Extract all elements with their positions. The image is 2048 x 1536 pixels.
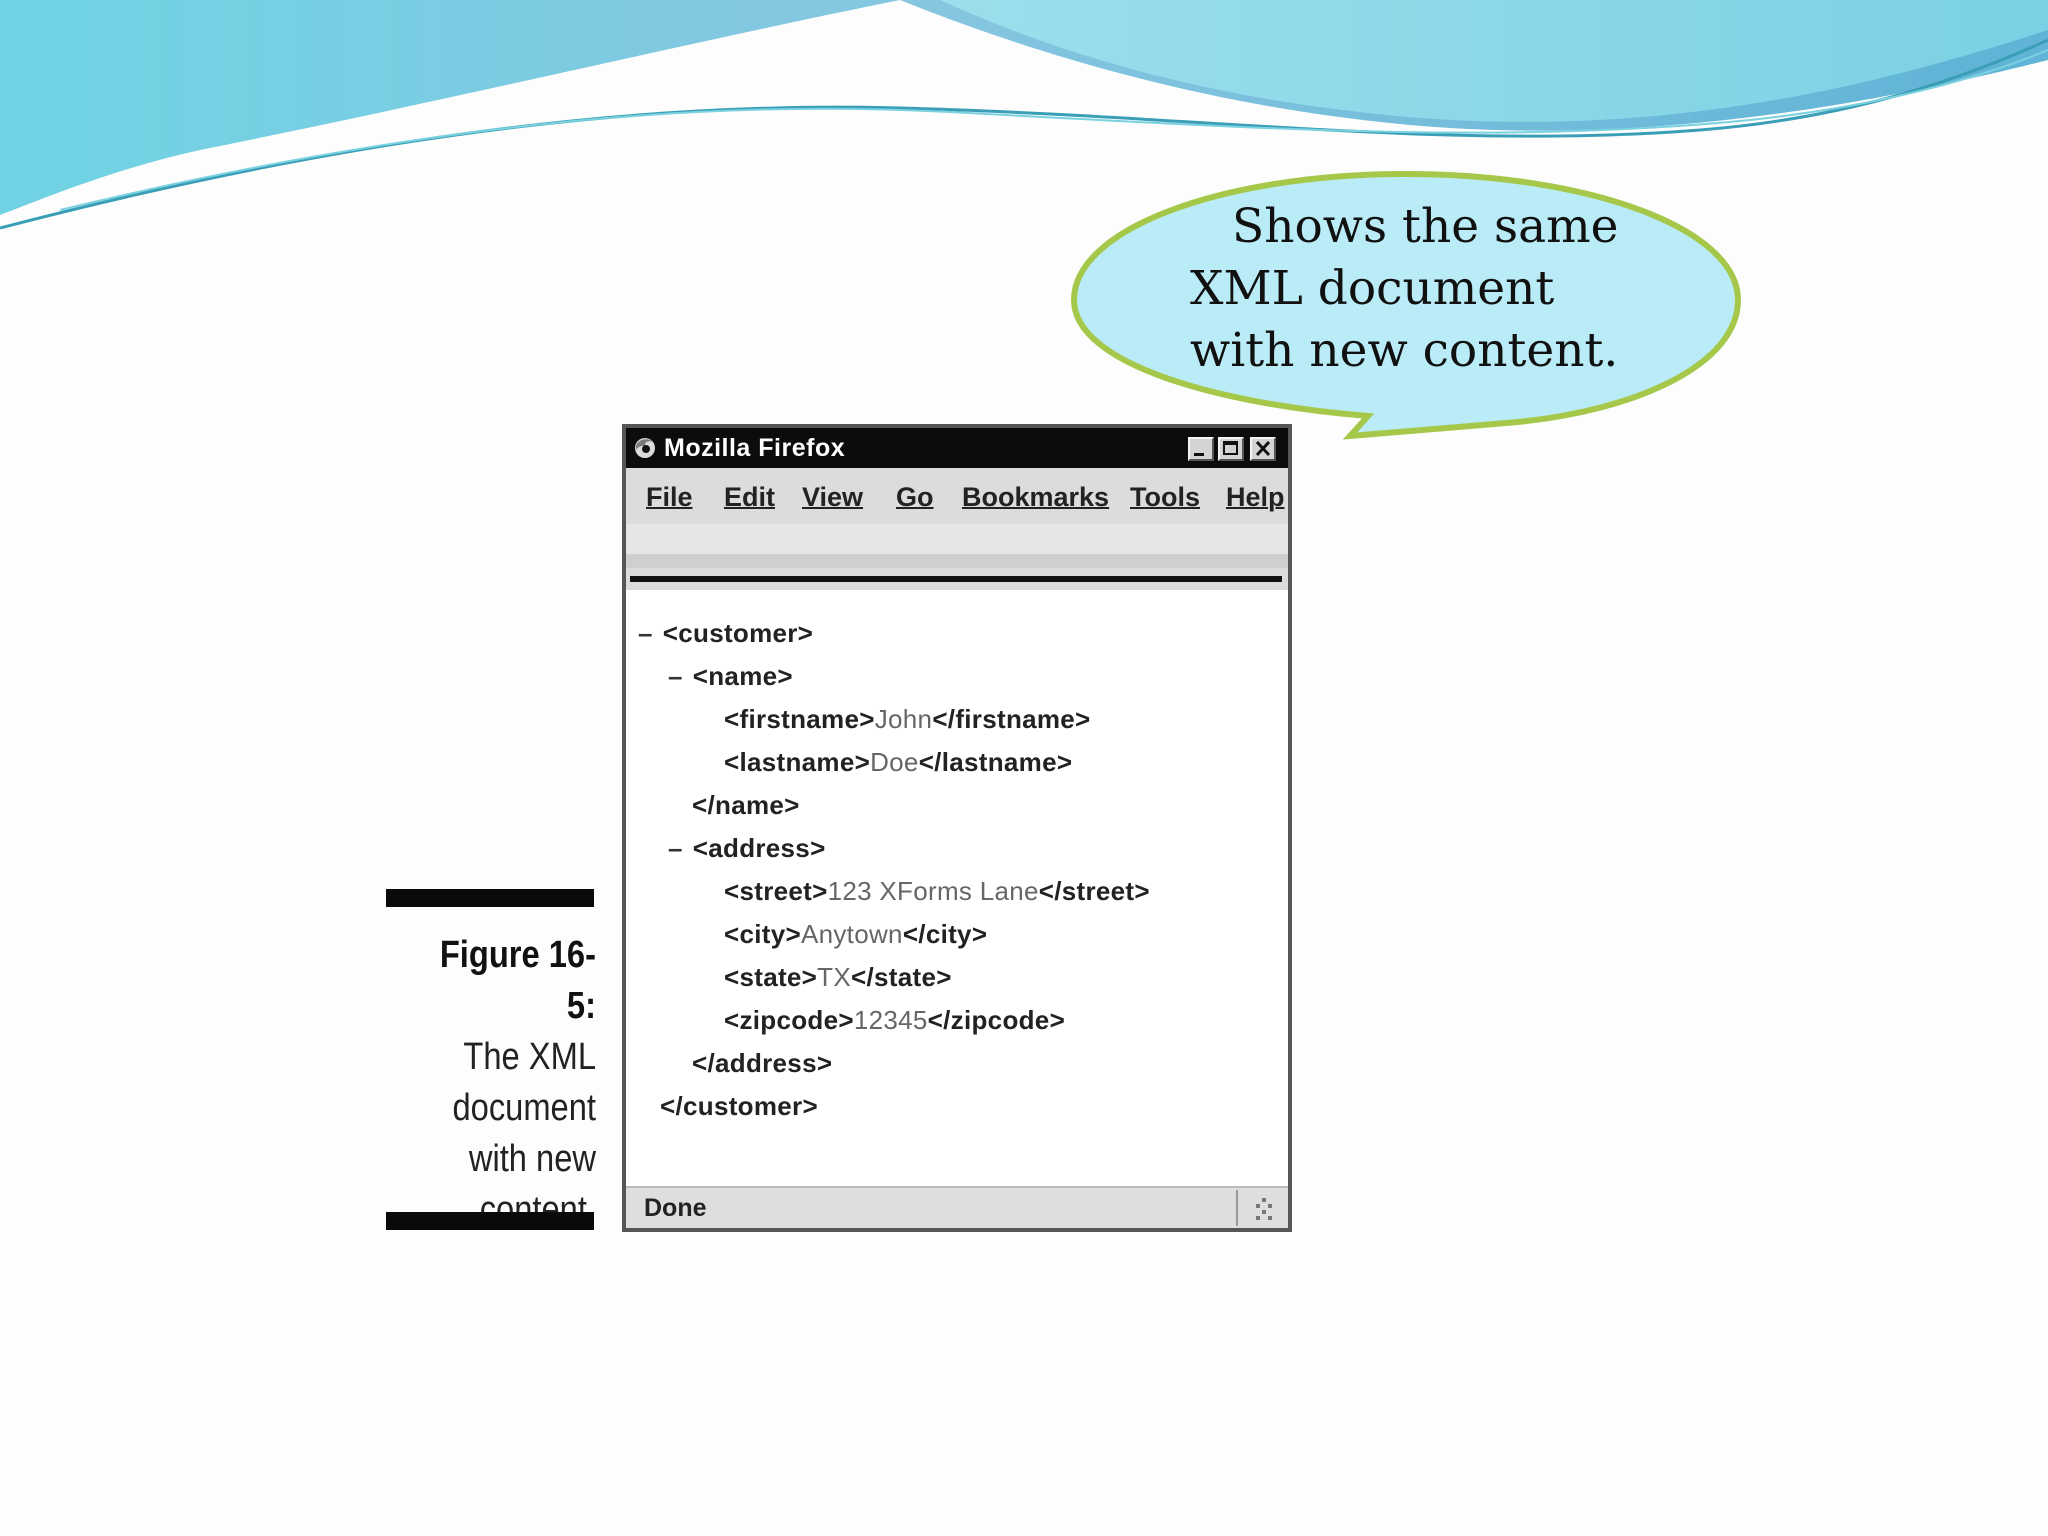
callout-line: Shows the same (1232, 199, 1619, 254)
xml-line: </customer> (660, 1091, 818, 1121)
caption-rule-bottom (386, 1212, 594, 1230)
xml-line: <firstname>John</firstname> (724, 704, 1091, 734)
caption-line: document (452, 1087, 596, 1129)
callout-line: with new content. (1190, 323, 1619, 378)
status-text: Done (644, 1194, 707, 1222)
collapse-toggle[interactable]: – (668, 661, 683, 691)
close-icon (1255, 440, 1271, 457)
maximize-icon (1223, 441, 1238, 455)
title-bar[interactable]: Mozilla Firefox (626, 428, 1288, 468)
menu-tools[interactable]: Tools (1130, 482, 1200, 513)
caption-line: with new (468, 1138, 596, 1180)
menu-file[interactable]: File (646, 482, 693, 513)
status-bar: Done (626, 1186, 1288, 1228)
caption-line: The XML (463, 1036, 596, 1078)
menu-help[interactable]: Help (1226, 482, 1285, 513)
xml-line: <street>123 XForms Lane</street> (724, 876, 1150, 906)
callout-line: XML document (1190, 261, 1555, 316)
menu-bar: File Edit View Go Bookmarks Tools Help (626, 468, 1288, 524)
figure-caption: Figure 16-5: The XML document with new c… (415, 930, 596, 1236)
firefox-icon (635, 438, 655, 458)
collapse-toggle[interactable]: – (638, 618, 653, 648)
xml-line[interactable]: – <name> (668, 661, 793, 692)
figure-number: Figure 16-5: (439, 934, 596, 1027)
xml-line: <zipcode>12345</zipcode> (724, 1005, 1066, 1035)
xml-document-view: – <customer> – <name> <firstname>John</fir… (626, 590, 1288, 1146)
xml-line[interactable]: – <customer> (638, 618, 813, 649)
caption-rule-top (386, 889, 594, 907)
xml-line: <lastname>Doe</lastname> (724, 747, 1073, 777)
xml-line: </address> (692, 1048, 833, 1078)
top-wave-highlight (940, 0, 2048, 122)
xml-line[interactable]: – <address> (668, 833, 826, 864)
xml-line: <city>Anytown</city> (724, 919, 988, 949)
minimize-icon (1194, 453, 1204, 456)
toolbar (626, 524, 1288, 590)
maximize-button[interactable] (1218, 437, 1244, 461)
status-divider (1236, 1190, 1238, 1226)
menu-go[interactable]: Go (896, 482, 934, 513)
callout-text: Shows the same XML document with new con… (1190, 196, 1710, 382)
collapse-toggle[interactable]: – (668, 833, 683, 863)
menu-view[interactable]: View (802, 482, 863, 513)
minimize-button[interactable] (1188, 437, 1214, 461)
menu-bookmarks[interactable]: Bookmarks (962, 482, 1109, 513)
menu-edit[interactable]: Edit (724, 482, 775, 513)
toolbar-separator (630, 576, 1282, 582)
resize-grip-icon[interactable] (1248, 1192, 1282, 1226)
xml-line: </name> (692, 790, 800, 820)
window-title: Mozilla Firefox (664, 434, 846, 462)
close-button[interactable] (1250, 437, 1276, 461)
browser-window: Mozilla Firefox File Edit View Go Bookma… (622, 424, 1292, 1232)
xml-line: <state>TX</state> (724, 962, 952, 992)
